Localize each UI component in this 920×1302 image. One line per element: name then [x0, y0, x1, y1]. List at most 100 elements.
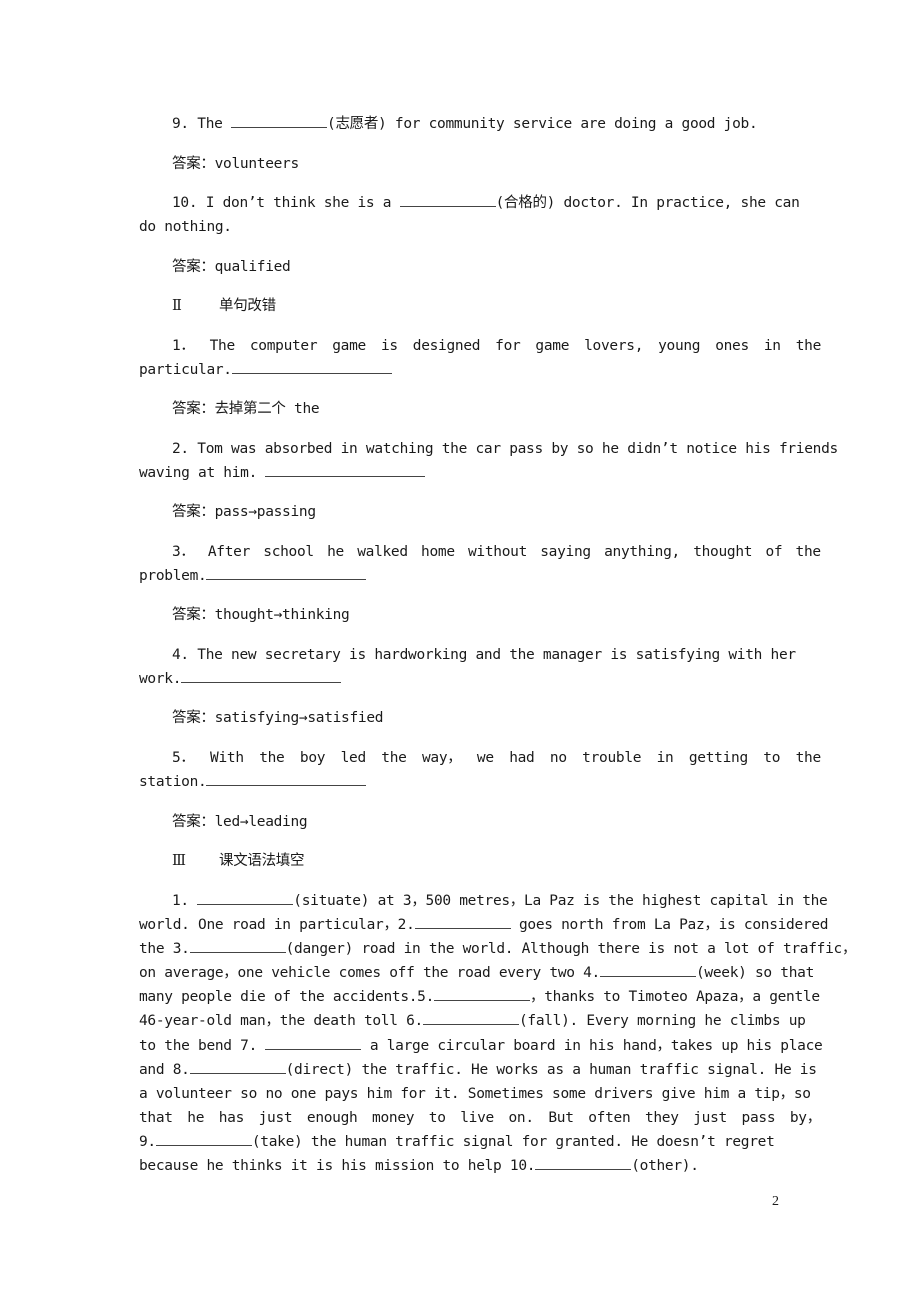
correction-1-line2: particular. [139, 358, 821, 382]
correction-4-line1: 4. The new secretary is hardworking and … [172, 647, 796, 663]
question-text: (合格的) doctor. In practice, she can [495, 195, 800, 211]
answer-correction-5: 答案：led→leading [172, 810, 821, 834]
question-word: ones [715, 338, 749, 354]
passage-text: ，thanks to Timoteo Apaza，a gentle [530, 989, 820, 1005]
correction-1-line1: 1． The computer game is designed for game lovers… [172, 334, 821, 358]
passage-text: (take) the human traffic signal for gran… [251, 1134, 775, 1150]
question-word: designed [412, 338, 481, 354]
passage-word: has [218, 1110, 245, 1126]
fill-blank [181, 668, 342, 683]
question-word: way， [422, 750, 462, 766]
question-word: After [207, 544, 251, 560]
section-title: 课文语法填空 [219, 853, 305, 869]
answer-label: 答案： [172, 259, 215, 275]
section-numeral: Ⅲ [172, 853, 186, 869]
fill-blank [231, 113, 328, 128]
fill-blank [155, 1131, 252, 1146]
passage-text: (other). [631, 1158, 699, 1174]
passage-word: live [460, 1110, 494, 1126]
passage-text: and 8. [139, 1062, 190, 1078]
passage-text: 9. [139, 1134, 156, 1150]
passage-word: that [139, 1110, 173, 1126]
question-word: anything, [604, 544, 680, 560]
answer-text: led→leading [214, 814, 308, 830]
passage-word: money [372, 1110, 415, 1126]
question-word: of [765, 544, 783, 560]
answer-correction-1: 答案：去掉第二个 the [172, 397, 821, 421]
question-word: walked [357, 544, 408, 560]
passage-text: a volunteer so no one pays him for it. S… [139, 1086, 811, 1102]
answer-text: satisfying→satisfied [214, 710, 384, 726]
question-text: particular. [139, 362, 232, 378]
fill-blank [189, 938, 286, 953]
question-text: 9. The [172, 116, 232, 132]
passage-word: they [644, 1110, 679, 1126]
answer-label: 答案： [172, 504, 215, 520]
question-text: work. [139, 671, 182, 687]
passage-line: 46-year-old man，the death toll 6. (fall).… [139, 1009, 821, 1033]
passage-word: enough [306, 1110, 358, 1126]
question-word: saying [540, 544, 591, 560]
question-word: had [509, 750, 535, 766]
passage-word: often [588, 1110, 631, 1126]
question-word: the [795, 338, 822, 354]
question-word: 3． [172, 544, 195, 560]
passage-word: just [258, 1110, 293, 1126]
page-number: 2 [772, 1194, 779, 1209]
question-word: led [340, 750, 367, 766]
section-title: 单句改错 [219, 298, 276, 314]
section-heading: Ⅱ 单句改错 [172, 294, 821, 318]
passage-text: many people die of the accidents.5. [139, 989, 435, 1005]
question-word: in [763, 338, 781, 354]
answer-correction-4: 答案：satisfying→satisfied [172, 706, 821, 730]
passage-line: many people die of the accidents.5. ，than… [139, 985, 821, 1009]
question-text: do nothing. [139, 219, 232, 235]
passage-text: 46-year-old man，the death toll 6. [139, 1013, 423, 1029]
question-word: the [381, 750, 407, 766]
passage-text: world. One road in particular，2. [139, 917, 415, 933]
passage-line: the 3. (danger) road in the world. Althou… [139, 937, 856, 961]
answer-label: 答案： [172, 710, 215, 726]
answer-9: 答案：volunteers [172, 152, 821, 176]
answer-label: 答案： [172, 814, 215, 830]
question-word: the [795, 750, 822, 766]
correction-2-line1: 2. Tom was absorbed in watching the car … [172, 441, 838, 457]
answer-correction-3: 答案：thought→thinking [172, 603, 821, 627]
question-10: 10. I don’t think she is a (合格的) doctor.… [172, 191, 821, 215]
correction-5-line1: 5． With the boy led the way， we had no trouble in ge… [172, 746, 821, 770]
question-word: The [209, 338, 236, 354]
answer-text: qualified [214, 259, 291, 275]
passage-text: because he thinks it is his mission to h… [139, 1158, 536, 1174]
fill-blank [535, 1155, 632, 1170]
passage-text: (fall). Every morning he climbs up [518, 1013, 806, 1029]
passage-text: goes north from La Paz，is considered [510, 917, 829, 933]
question-text: problem. [139, 568, 207, 584]
passage-text: 1. [172, 893, 198, 909]
fill-blank [422, 1010, 519, 1025]
passage-word: But [548, 1110, 574, 1126]
question-word: thought [693, 544, 753, 560]
question-word: the [795, 544, 822, 560]
section-heading: Ⅲ 课文语法填空 [172, 849, 821, 873]
correction-5-line2: station. [139, 770, 821, 794]
passage-text: to the bend 7. [139, 1038, 266, 1054]
answer-label: 答案： [172, 607, 215, 623]
document-page: 9. The (志愿者) for community service are d… [0, 0, 920, 1302]
fill-blank [206, 565, 367, 580]
fill-blank [206, 771, 367, 786]
passage-word: he [187, 1110, 205, 1126]
passage-line: and 8. (direct) the traffic. He works as … [139, 1058, 821, 1082]
fill-blank [189, 1059, 286, 1074]
question-9: 9. The (志愿者) for community service are d… [172, 112, 821, 136]
fill-blank [231, 359, 392, 374]
question-word: for [495, 338, 521, 354]
question-word: 5． [172, 750, 195, 766]
question-word: the [259, 750, 285, 766]
correction-4-line2: work. [139, 667, 821, 691]
passage-line: a volunteer so no one pays him for it. S… [139, 1082, 821, 1106]
fill-blank [414, 914, 511, 929]
section-numeral: Ⅱ [172, 298, 182, 314]
question-word: computer [249, 338, 318, 354]
passage-word: on. [508, 1110, 535, 1126]
answer-text: volunteers [214, 156, 300, 172]
